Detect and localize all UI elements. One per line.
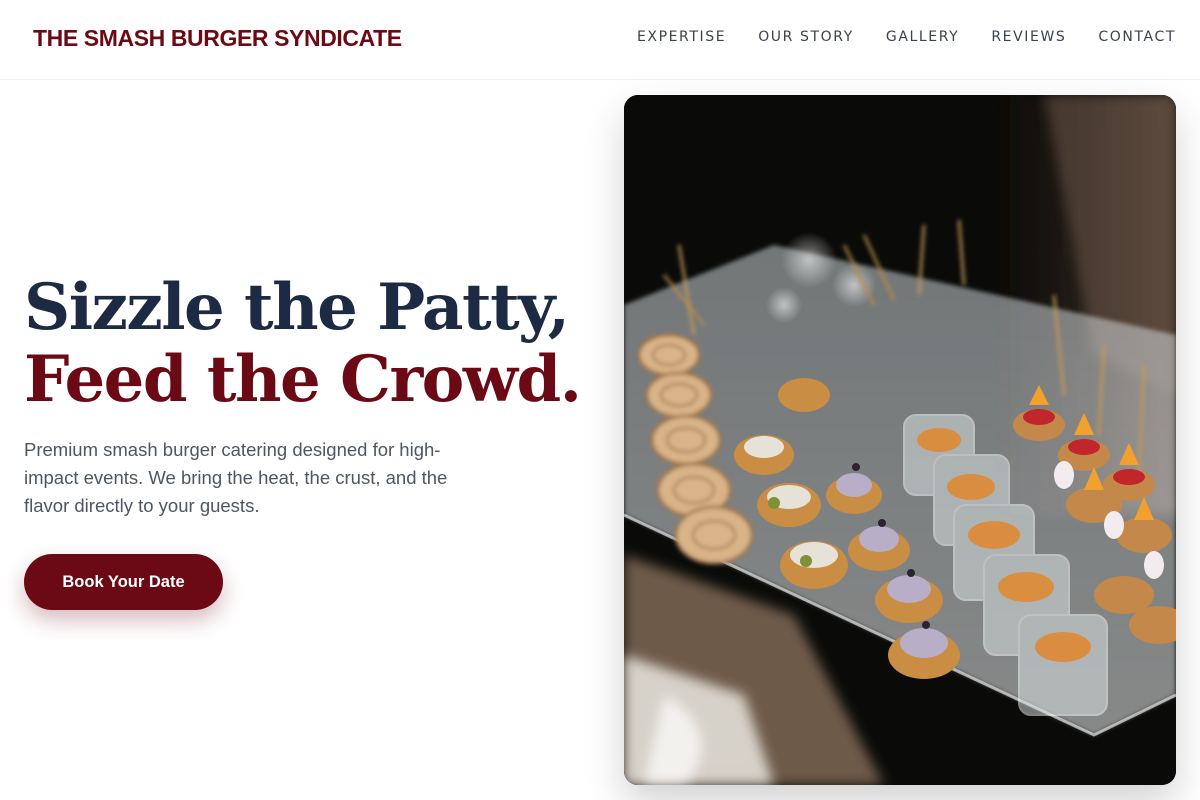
site-header: THE SMASH BURGER SYNDICATE EXPERTISE OUR…: [0, 0, 1200, 80]
hero-headline: Sizzle the Patty, Feed the Crowd.: [24, 272, 584, 416]
hero-subtext: Premium smash burger catering designed f…: [24, 439, 448, 516]
main-nav: EXPERTISE OUR STORY GALLERY REVIEWS CONT…: [637, 29, 1176, 45]
nav-item-expertise[interactable]: EXPERTISE: [637, 29, 726, 45]
brand-logo[interactable]: THE SMASH BURGER SYNDICATE: [33, 25, 402, 52]
nav-item-contact[interactable]: CONTACT: [1098, 29, 1176, 45]
book-date-button[interactable]: Book Your Date: [24, 554, 223, 610]
headline-line-2: Feed the Crowd.: [24, 342, 582, 417]
nav-item-our-story[interactable]: OUR STORY: [758, 29, 854, 45]
headline-line-1: Sizzle the Patty,: [24, 270, 570, 345]
hero-section: Sizzle the Patty, Feed the Crowd. Premiu…: [24, 272, 584, 520]
hero-photo: [624, 95, 1176, 785]
nav-item-reviews[interactable]: REVIEWS: [991, 29, 1066, 45]
nav-item-gallery[interactable]: GALLERY: [886, 29, 959, 45]
